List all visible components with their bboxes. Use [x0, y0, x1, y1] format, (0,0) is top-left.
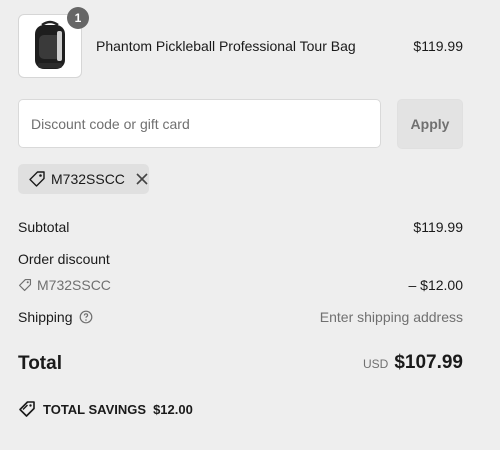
- applied-discount-code: M732SSCC: [51, 171, 125, 187]
- currency-code: USD: [362, 357, 389, 371]
- shipping-label: Shipping: [18, 309, 73, 325]
- order-discount-row: Order discount: [18, 251, 463, 269]
- tag-icon: [19, 401, 35, 417]
- backpack-image: [35, 20, 65, 69]
- apply-discount-button[interactable]: Apply: [397, 99, 463, 149]
- discount-code-input[interactable]: [18, 99, 381, 148]
- applied-discount-tag: M732SSCC: [18, 164, 149, 194]
- discount-code-row: M732SSCC – $12.00: [18, 277, 463, 295]
- tag-icon: [18, 278, 32, 292]
- total-value-group: USD $107.99: [363, 352, 463, 374]
- quantity-badge: 1: [67, 7, 89, 29]
- total-savings-value: $12.00: [153, 401, 193, 417]
- subtotal-label: Subtotal: [18, 219, 70, 235]
- subtotal-value: $119.99: [413, 219, 463, 235]
- tag-icon: [29, 171, 45, 187]
- total-amount: $107.99: [394, 352, 463, 373]
- total-savings: TOTAL SAVINGS $12.00: [18, 400, 193, 418]
- discount-amount: – $12.00: [408, 277, 464, 293]
- shipping-row: Shipping Enter shipping address: [18, 309, 463, 327]
- discount-code-text: M732SSCC: [37, 277, 111, 293]
- order-discount-label: Order discount: [18, 251, 110, 267]
- order-item: 1 Phantom Pickleball Professional Tour B…: [18, 7, 463, 78]
- remove-discount-icon[interactable]: [135, 172, 149, 186]
- product-price: $119.99: [413, 38, 463, 54]
- help-icon[interactable]: [79, 310, 93, 324]
- subtotal-row: Subtotal $119.99: [18, 219, 463, 237]
- shipping-label-group: Shipping: [18, 309, 93, 325]
- total-savings-label: TOTAL SAVINGS: [43, 401, 147, 417]
- total-label: Total: [18, 353, 62, 374]
- discount-code-line: M732SSCC: [18, 277, 111, 293]
- shipping-value: Enter shipping address: [319, 309, 463, 325]
- product-name: Phantom Pickleball Professional Tour Bag: [96, 38, 356, 54]
